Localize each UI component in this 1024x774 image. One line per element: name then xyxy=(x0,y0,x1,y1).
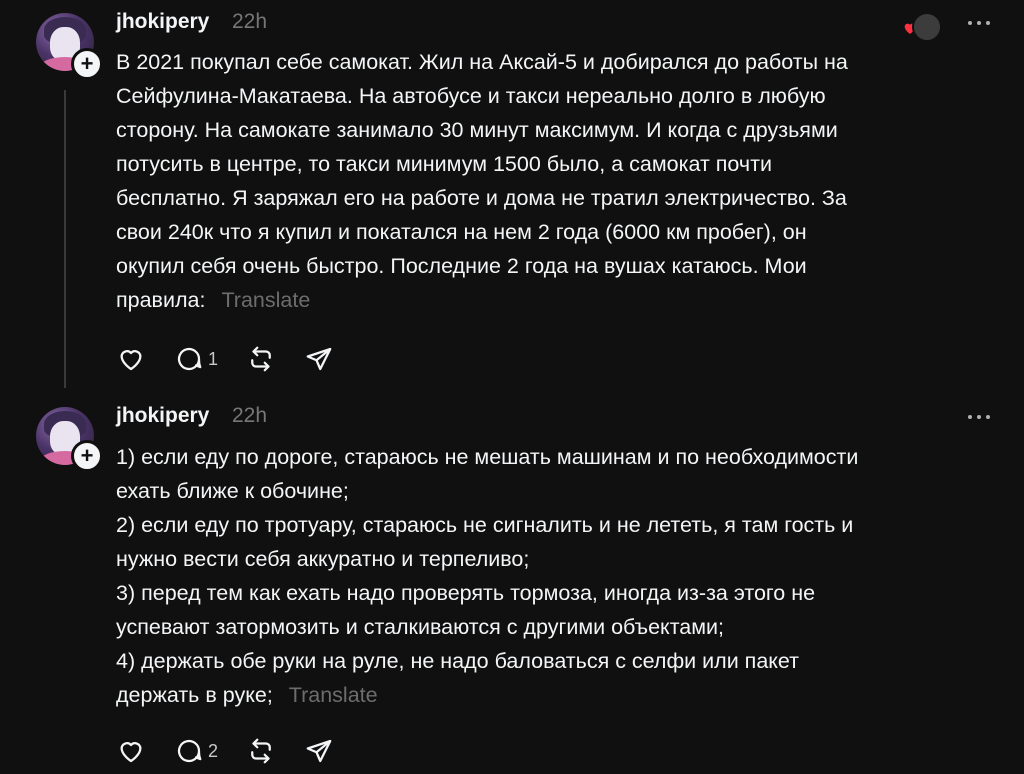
thread-connector-line xyxy=(64,90,66,388)
post-body: В 2021 покупал себе самокат. Жил на Акса… xyxy=(116,45,996,317)
reply-button[interactable]: 2 xyxy=(174,736,218,766)
post-username[interactable]: jhokipery xyxy=(116,404,209,428)
reply-icon xyxy=(177,739,202,763)
post-timestamp[interactable]: 22h xyxy=(232,10,267,34)
follow-plus-icon[interactable]: + xyxy=(71,440,103,472)
like-button[interactable] xyxy=(116,736,146,766)
reacted-user-avatar xyxy=(912,12,942,42)
share-button[interactable] xyxy=(304,736,334,766)
heart-icon xyxy=(120,742,142,763)
thread-post: + jhokipery 22h В 2021 покупал себе само… xyxy=(0,0,1024,394)
post-body: 1) если еду по дороге, стараюсь не мешат… xyxy=(116,440,996,712)
share-icon xyxy=(306,739,332,763)
post-username[interactable]: jhokipery xyxy=(116,10,209,34)
more-icon[interactable] xyxy=(964,410,994,424)
post-text: 1) если еду по дороге, стараюсь не мешат… xyxy=(116,445,859,707)
repost-icon xyxy=(251,346,271,372)
repost-button[interactable] xyxy=(246,344,276,374)
repost-button[interactable] xyxy=(246,736,276,766)
reply-count: 1 xyxy=(208,348,219,369)
heart-icon xyxy=(120,350,142,371)
thread-post: + jhokipery 22h 1) если еду по дороге, с… xyxy=(0,394,1024,774)
post-timestamp[interactable]: 22h xyxy=(232,404,267,428)
reply-icon xyxy=(177,347,202,371)
more-icon[interactable] xyxy=(964,16,994,30)
translate-link[interactable]: Translate xyxy=(221,288,310,312)
post-actions: 1 xyxy=(116,344,362,374)
reply-button[interactable]: 1 xyxy=(174,344,218,374)
post-text: В 2021 покупал себе самокат. Жил на Акса… xyxy=(116,50,848,312)
repost-icon xyxy=(251,738,271,764)
translate-link[interactable]: Translate xyxy=(289,683,378,707)
share-icon xyxy=(306,347,332,371)
reply-count: 2 xyxy=(208,740,219,761)
post-actions: 2 xyxy=(116,736,362,766)
follow-plus-icon[interactable]: + xyxy=(71,48,103,80)
like-button[interactable] xyxy=(116,344,146,374)
share-button[interactable] xyxy=(304,344,334,374)
